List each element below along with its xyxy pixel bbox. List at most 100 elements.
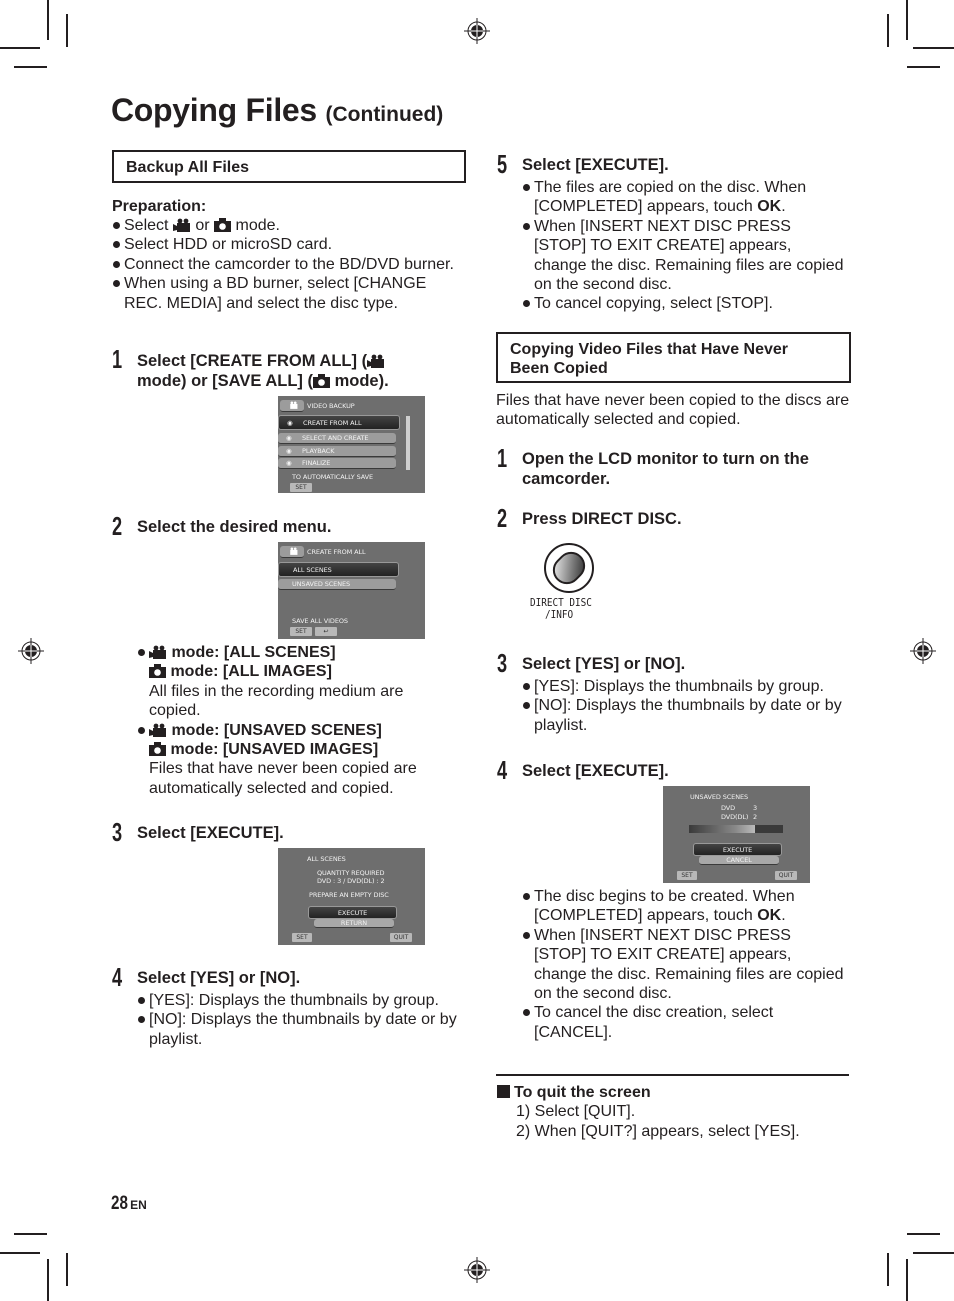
quit-step: 1) Select [QUIT]. — [516, 1103, 636, 1120]
quit-step: 2) When [QUIT?] appears, select [YES]. — [516, 1123, 800, 1140]
page-title: Copying Files (Continued) — [111, 92, 443, 129]
crop-mark — [907, 66, 940, 68]
mode-tab[interactable] — [280, 400, 304, 412]
lcd-footer: TO AUTOMATICALLY SAVE — [292, 473, 374, 481]
progress-fill — [689, 825, 755, 833]
set-button[interactable]: SET — [292, 933, 312, 942]
preparation-item: Select or mode. — [112, 216, 457, 235]
bullet-item: [YES]: Displays the thumbnails by group. — [137, 991, 462, 1010]
quantity-required-value: DVD : 3 / DVD(DL) : 2 — [317, 877, 385, 885]
step-heading: Select [YES] or [NO]. — [137, 969, 301, 987]
back-button[interactable]: ↩ — [315, 627, 337, 636]
set-button[interactable]: SET — [677, 871, 697, 880]
right-step-4-bullets: The disc begins to be created. When [COM… — [522, 887, 847, 1042]
quit-heading-text: To quit the screen — [514, 1084, 651, 1101]
preparation-item: Connect the camcorder to the BD/DVD burn… — [112, 255, 457, 274]
set-button[interactable]: SET — [290, 627, 312, 636]
camera-mode-icon — [214, 218, 232, 232]
crop-mark — [907, 1233, 940, 1235]
info-label: /INFO — [545, 608, 574, 621]
crop-mark — [66, 1253, 68, 1286]
menu-item-playback[interactable]: ◉ PLAYBACK — [278, 446, 396, 457]
quit-heading: To quit the screen — [497, 1083, 651, 1102]
page-number: 28 EN — [111, 1193, 147, 1215]
execute-button[interactable]: EXECUTE — [693, 843, 782, 856]
set-button[interactable]: SET — [290, 483, 312, 492]
menu-item-label: SELECT AND CREATE — [302, 434, 369, 442]
lcd-header: VIDEO BACKUP — [307, 402, 355, 410]
quit-button[interactable]: QUIT — [775, 871, 797, 880]
ok-label: OK — [757, 907, 782, 925]
mode-tab[interactable] — [280, 546, 304, 558]
step-number: 4 — [497, 755, 508, 785]
cancel-label: CANCEL — [726, 856, 752, 864]
option-item: mode: [UNSAVED SCENES] mode: [UNSAVED IM… — [137, 721, 457, 799]
disc-icon: ◉ — [286, 434, 292, 442]
menu-item-all-scenes[interactable]: ALL SCENES — [278, 562, 399, 577]
page-title-suffix: (Continued) — [325, 103, 444, 126]
step-heading: Select [EXECUTE]. — [522, 762, 669, 780]
menu-item-label: PLAYBACK — [302, 447, 335, 455]
section-heading-backup-all-files: Backup All Files — [112, 150, 466, 183]
preparation-item: Select HDD or microSD card. — [112, 235, 457, 254]
menu-item-create-from-all[interactable]: ◉ CREATE FROM ALL — [278, 415, 400, 430]
execute-label: EXECUTE — [337, 909, 368, 917]
quit-button[interactable]: QUIT — [390, 933, 412, 942]
camera-mode-icon — [313, 374, 330, 388]
crop-mark — [47, 1259, 49, 1301]
step-number: 3 — [497, 648, 508, 678]
execute-button[interactable]: EXECUTE — [308, 906, 397, 919]
menu-item-label: CREATE FROM ALL — [303, 419, 362, 427]
quantity-required-label: QUANTITY REQUIRED — [317, 869, 385, 877]
option-photo-label: mode: [UNSAVED IMAGES] — [170, 741, 379, 759]
bullet-item: When [INSERT NEXT DISC PRESS [STOP] TO E… — [522, 217, 847, 295]
crop-mark — [14, 1233, 47, 1235]
video-mode-icon — [149, 723, 166, 737]
lcd-header: UNSAVED SCENES — [690, 793, 748, 801]
right-step-3-bullets: [YES]: Displays the thumbnails by group.… — [522, 677, 847, 735]
return-button[interactable]: RETURN — [314, 919, 394, 928]
direct-disc-label: DIRECT DISC — [530, 596, 592, 609]
camera-mode-icon — [149, 742, 166, 757]
language-code: EN — [130, 1198, 147, 1212]
cancel-button[interactable]: CANCEL — [699, 856, 779, 865]
step-number: 5 — [497, 149, 508, 179]
text: Select [CREATE FROM ALL] ( — [137, 352, 368, 370]
registration-mark-icon — [464, 1257, 490, 1283]
bullet-item: When [INSERT NEXT DISC PRESS [STOP] TO E… — [522, 926, 847, 1004]
menu-item-unsaved-scenes[interactable]: UNSAVED SCENES — [278, 579, 396, 590]
text: or — [195, 217, 210, 234]
dvd-label: DVD — [721, 804, 736, 812]
text: . — [781, 907, 786, 925]
lcd-screen-create-from-all: CREATE FROM ALL ALL SCENES UNSAVED SCENE… — [278, 542, 425, 639]
lcd-header: CREATE FROM ALL — [307, 548, 366, 556]
step-number: 2 — [497, 503, 508, 533]
prepare-disc-message: PREPARE AN EMPTY DISC — [309, 891, 389, 899]
crop-mark — [913, 47, 954, 49]
step-2-options: mode: [ALL SCENES] mode: [ALL IMAGES] Al… — [137, 643, 457, 798]
step-heading: Select [EXECUTE]. — [522, 156, 669, 174]
step-number: 1 — [112, 344, 123, 374]
bullet-item: To cancel copying, select [STOP]. — [522, 294, 847, 313]
crop-mark — [887, 14, 889, 47]
crop-mark — [0, 1252, 40, 1254]
camera-mode-icon — [149, 664, 166, 679]
video-mode-icon — [149, 645, 166, 659]
step-heading: Select [EXECUTE]. — [137, 824, 284, 842]
step-number: 4 — [112, 962, 123, 992]
dvd-value: 3 — [753, 804, 758, 812]
step-heading: Press DIRECT DISC. — [522, 510, 682, 528]
step-number: 1 — [497, 443, 508, 473]
direct-disc-button[interactable]: DIRECT DISC /INFO — [530, 540, 608, 628]
menu-item-finalize[interactable]: ◉ FINALIZE — [278, 458, 396, 469]
option-video-label: mode: [ALL SCENES] — [171, 644, 336, 661]
menu-item-select-and-create[interactable]: ◉ SELECT AND CREATE — [278, 433, 396, 444]
step-heading: Open the LCD monitor to turn on the camc… — [522, 450, 809, 488]
option-item: mode: [ALL SCENES] mode: [ALL IMAGES] Al… — [137, 643, 457, 721]
step-4-bullets: [YES]: Displays the thumbnails by group.… — [137, 991, 462, 1049]
registration-mark-icon — [910, 638, 936, 664]
video-mode-icon — [172, 218, 190, 232]
option-photo-label: mode: [ALL IMAGES] — [170, 663, 332, 681]
scrollbar[interactable] — [406, 416, 410, 470]
menu-item-label: ALL SCENES — [293, 566, 332, 574]
